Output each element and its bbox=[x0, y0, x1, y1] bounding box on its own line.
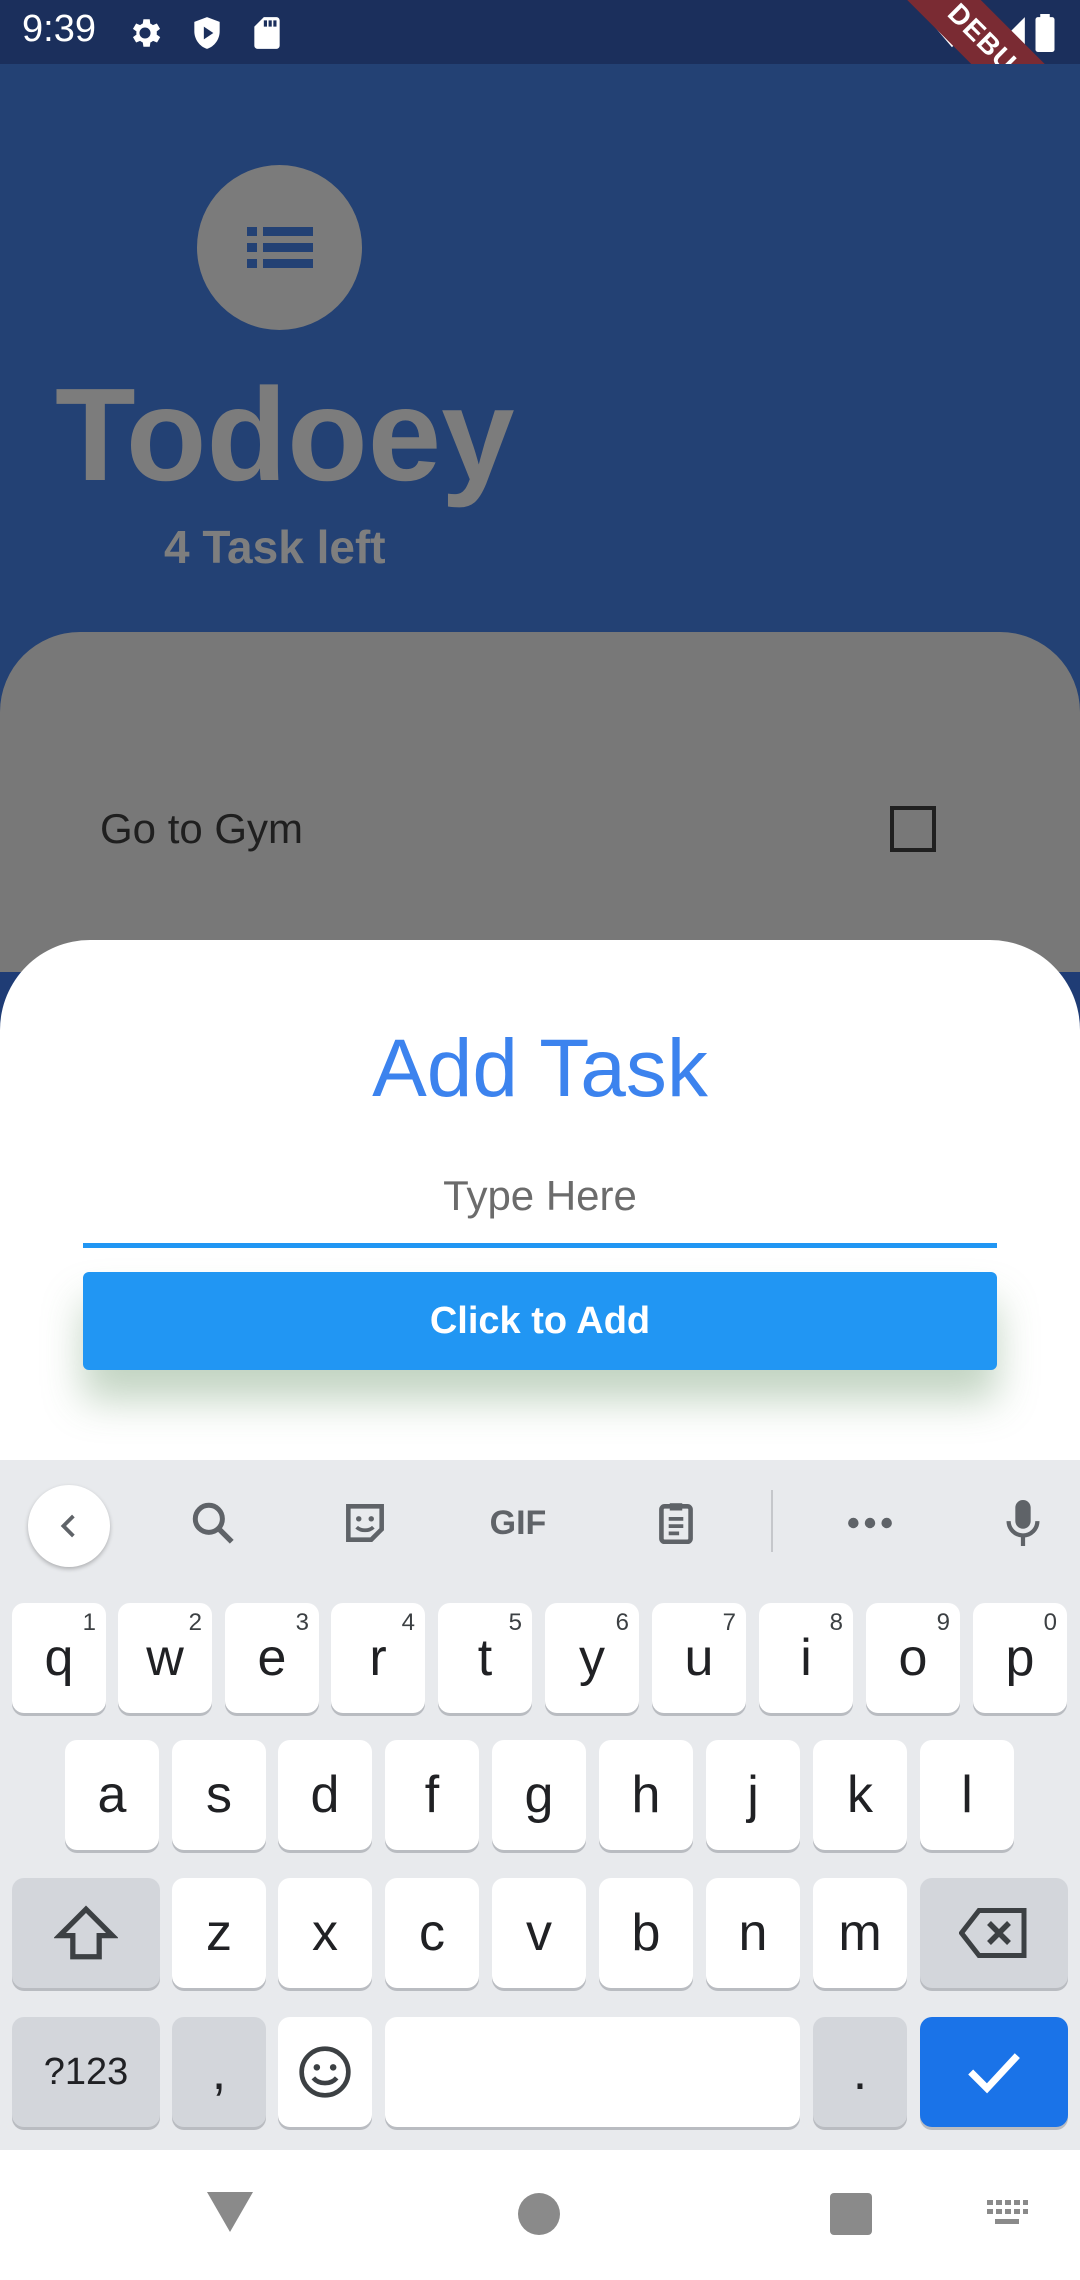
key-label: t bbox=[477, 1629, 493, 1687]
key-c[interactable]: c bbox=[385, 1878, 479, 1988]
key-e[interactable]: e3 bbox=[225, 1603, 319, 1713]
shield-icon bbox=[188, 14, 226, 52]
keyboard-hide-icon[interactable] bbox=[985, 2198, 1029, 2233]
task-checkbox[interactable] bbox=[890, 806, 936, 852]
more-icon[interactable] bbox=[835, 1488, 905, 1558]
key-label: y bbox=[579, 1629, 605, 1687]
sticker-icon[interactable] bbox=[330, 1488, 400, 1558]
navigation-bar bbox=[0, 2150, 1080, 2280]
key-i[interactable]: i8 bbox=[759, 1603, 853, 1713]
key-label: e bbox=[257, 1629, 287, 1687]
key-t[interactable]: t5 bbox=[438, 1603, 532, 1713]
key-y[interactable]: y6 bbox=[545, 1603, 639, 1713]
comma-key[interactable]: , bbox=[172, 2017, 266, 2127]
backspace-icon bbox=[959, 1908, 1027, 1958]
back-triangle-icon[interactable] bbox=[205, 2190, 255, 2239]
key-label: o bbox=[898, 1629, 928, 1687]
key-hint: 2 bbox=[188, 1609, 202, 1636]
key-label: p bbox=[1005, 1629, 1035, 1687]
key-b[interactable]: b bbox=[599, 1878, 693, 1988]
status-bar: 9:39 DEBUG bbox=[0, 0, 1080, 171]
key-hint: 3 bbox=[295, 1609, 309, 1636]
check-icon bbox=[968, 2053, 1020, 2094]
gif-button[interactable]: GIF bbox=[483, 1488, 553, 1558]
key-n[interactable]: n bbox=[706, 1878, 800, 1988]
key-label: r bbox=[369, 1629, 387, 1687]
key-hint: 0 bbox=[1043, 1609, 1057, 1636]
sd-card-icon bbox=[248, 14, 286, 52]
key-hint: 5 bbox=[508, 1609, 522, 1636]
keyboard-toolbar: GIF bbox=[0, 1460, 1080, 1580]
key-hint: 4 bbox=[401, 1609, 415, 1636]
period-key[interactable]: . bbox=[813, 2017, 907, 2127]
key-s[interactable]: s bbox=[172, 1740, 266, 1850]
key-m[interactable]: m bbox=[813, 1878, 907, 1988]
task-input[interactable] bbox=[83, 1148, 997, 1248]
key-z[interactable]: z bbox=[172, 1878, 266, 1988]
key-q[interactable]: q1 bbox=[12, 1603, 106, 1713]
backspace-key[interactable] bbox=[920, 1878, 1068, 1988]
key-label: u bbox=[684, 1629, 714, 1687]
key-label: q bbox=[44, 1629, 74, 1687]
recents-square-icon[interactable] bbox=[830, 2193, 872, 2235]
key-l[interactable]: l bbox=[920, 1740, 1014, 1850]
key-u[interactable]: u7 bbox=[652, 1603, 746, 1713]
emoji-key[interactable] bbox=[278, 2017, 372, 2127]
key-j[interactable]: j bbox=[706, 1740, 800, 1850]
key-h[interactable]: h bbox=[599, 1740, 693, 1850]
enter-key[interactable] bbox=[920, 2017, 1068, 2127]
key-v[interactable]: v bbox=[492, 1878, 586, 1988]
microphone-icon[interactable] bbox=[988, 1488, 1058, 1558]
search-icon[interactable] bbox=[178, 1488, 248, 1558]
shift-key[interactable] bbox=[12, 1878, 160, 1988]
status-time: 9:39 bbox=[22, 8, 96, 50]
symbols-key[interactable]: ?123 bbox=[12, 2017, 160, 2127]
key-g[interactable]: g bbox=[492, 1740, 586, 1850]
task-list-panel bbox=[0, 632, 1080, 972]
battery-icon bbox=[1032, 14, 1070, 53]
shift-icon bbox=[54, 1905, 118, 1960]
key-k[interactable]: k bbox=[813, 1740, 907, 1850]
key-r[interactable]: r4 bbox=[331, 1603, 425, 1713]
task-item-label[interactable]: Go to Gym bbox=[100, 805, 303, 853]
add-task-button[interactable]: Click to Add bbox=[83, 1272, 997, 1370]
home-circle-icon[interactable] bbox=[518, 2193, 560, 2235]
emoji-icon bbox=[299, 2046, 351, 2098]
clipboard-icon[interactable] bbox=[641, 1488, 711, 1558]
soft-keyboard: GIF q1 w2 e3 r4 t5 y6 u7 i8 o9 p0 a s d … bbox=[0, 1460, 1080, 2150]
chevron-left-icon[interactable] bbox=[28, 1485, 110, 1567]
space-key[interactable] bbox=[385, 2017, 800, 2127]
key-hint: 7 bbox=[722, 1609, 736, 1636]
settings-icon bbox=[126, 14, 164, 52]
key-label: w bbox=[146, 1629, 184, 1687]
key-o[interactable]: o9 bbox=[866, 1603, 960, 1713]
key-hint: 9 bbox=[936, 1609, 950, 1636]
key-hint: 1 bbox=[82, 1609, 96, 1636]
key-f[interactable]: f bbox=[385, 1740, 479, 1850]
sheet-title: Add Task bbox=[372, 1023, 708, 1114]
key-d[interactable]: d bbox=[278, 1740, 372, 1850]
key-x[interactable]: x bbox=[278, 1878, 372, 1988]
key-p[interactable]: p0 bbox=[973, 1603, 1067, 1713]
key-a[interactable]: a bbox=[65, 1740, 159, 1850]
key-hint: 6 bbox=[615, 1609, 629, 1636]
key-w[interactable]: w2 bbox=[118, 1603, 212, 1713]
list-icon bbox=[197, 165, 362, 330]
toolbar-divider bbox=[771, 1490, 773, 1552]
key-hint: 8 bbox=[829, 1609, 843, 1636]
app-title: Todoey bbox=[55, 361, 515, 508]
tasks-left-count: 4 Task left bbox=[164, 521, 386, 573]
key-label: i bbox=[800, 1629, 812, 1687]
